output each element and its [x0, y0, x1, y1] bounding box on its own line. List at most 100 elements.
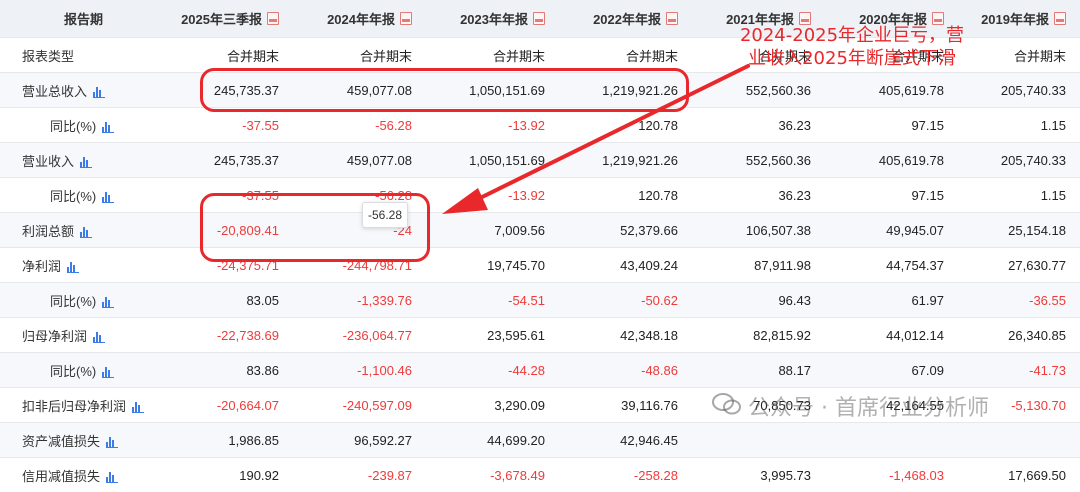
table-cell: 44,012.14 [825, 318, 958, 353]
row-label: 报表类型 [0, 38, 167, 73]
table-cell: -1,100.46 [293, 353, 426, 388]
pdf-icon[interactable] [1054, 12, 1066, 25]
row-label-text: 信用减值损失 [0, 466, 100, 485]
table-cell: 87,911.98 [692, 248, 825, 283]
row-label: 利润总额 [0, 213, 167, 248]
pdf-icon[interactable] [533, 12, 545, 25]
table-cell: -3,678.49 [426, 458, 559, 492]
bar-chart-icon[interactable] [80, 226, 92, 237]
table-cell: 405,619.78 [825, 143, 958, 178]
table-cell: 25,154.18 [958, 213, 1080, 248]
table-cell: 67.09 [825, 353, 958, 388]
data-rows: 营业总收入245,735.37459,077.081,050,151.691,2… [0, 73, 1080, 492]
table-cell: 61.97 [825, 283, 958, 318]
table-cell: 26,340.85 [958, 318, 1080, 353]
table-row: 同比(%)83.86-1,100.46-44.28-48.8688.1767.0… [0, 353, 1080, 388]
bar-chart-icon[interactable] [102, 121, 114, 132]
table-cell: 552,560.36 [692, 73, 825, 108]
row-label: 信用减值损失 [0, 458, 167, 492]
bar-chart-icon[interactable] [102, 366, 114, 377]
table-cell: 27,630.77 [958, 248, 1080, 283]
bar-chart-icon[interactable] [80, 156, 92, 167]
table-cell: -56.28 [293, 108, 426, 143]
table-cell: 39,116.76 [559, 388, 692, 423]
table-cell: 36.23 [692, 108, 825, 143]
table-cell: 23,595.61 [426, 318, 559, 353]
bar-chart-icon[interactable] [93, 331, 105, 342]
revenue-highlight-box [200, 68, 689, 112]
bar-chart-icon[interactable] [106, 471, 118, 482]
table-cell: 205,740.33 [958, 143, 1080, 178]
table-cell: 120.78 [559, 108, 692, 143]
table-row: 利润总额-20,809.41-247,009.5652,379.66106,50… [0, 213, 1080, 248]
table-cell: -50.62 [559, 283, 692, 318]
row-label-text: 同比(%) [0, 116, 96, 135]
row-label-text: 同比(%) [0, 291, 96, 310]
table-cell: -13.92 [426, 178, 559, 213]
table-cell: 97.15 [825, 178, 958, 213]
bar-chart-icon[interactable] [102, 296, 114, 307]
table-cell: -37.55 [167, 108, 293, 143]
pdf-icon[interactable] [666, 12, 678, 25]
table-cell: -41.73 [958, 353, 1080, 388]
table-cell: 3,995.73 [692, 458, 825, 492]
table-row: 净利润-24,375.71-244,798.7119,745.7043,409.… [0, 248, 1080, 283]
table-cell: 459,077.08 [293, 143, 426, 178]
row-label-text: 营业收入 [0, 151, 74, 170]
table-cell [825, 423, 958, 458]
period-header[interactable]: 2025年三季报 [167, 0, 293, 38]
table-cell: 205,740.33 [958, 73, 1080, 108]
annotation-line-2: 业收入2025年断崖式下滑 [722, 47, 982, 70]
row-label-text: 同比(%) [0, 361, 96, 380]
table-row: 同比(%)-37.55-56.28-13.92120.7836.2397.151… [0, 178, 1080, 213]
table-cell: 36.23 [692, 178, 825, 213]
bar-chart-icon[interactable] [93, 86, 105, 97]
table-cell: -239.87 [293, 458, 426, 492]
row-label: 同比(%) [0, 353, 167, 388]
row-label: 归母净利润 [0, 318, 167, 353]
row-label: 同比(%) [0, 108, 167, 143]
table-cell: 83.05 [167, 283, 293, 318]
table-cell: 96,592.27 [293, 423, 426, 458]
table-cell: -240,597.09 [293, 388, 426, 423]
watermark-text: 公众号 · 首席行业分析师 [712, 390, 989, 422]
table-row: 营业收入245,735.37459,077.081,050,151.691,21… [0, 143, 1080, 178]
row-label-text: 扣非后归母净利润 [0, 396, 126, 415]
bar-chart-icon[interactable] [102, 191, 114, 202]
row-label-text: 净利润 [0, 256, 61, 275]
row-label: 营业总收入 [0, 73, 167, 108]
row-label-text: 资产减值损失 [0, 431, 100, 450]
table-cell: 405,619.78 [825, 73, 958, 108]
period-header-label: 报告期 [0, 0, 167, 38]
table-cell: 1.15 [958, 108, 1080, 143]
table-cell: 52,379.66 [559, 213, 692, 248]
bar-chart-icon[interactable] [132, 401, 144, 412]
table-cell: -258.28 [559, 458, 692, 492]
table-cell: 1,050,151.69 [426, 143, 559, 178]
table-cell: -20,664.07 [167, 388, 293, 423]
row-label: 营业收入 [0, 143, 167, 178]
table-cell: 44,754.37 [825, 248, 958, 283]
period-header[interactable]: 2023年年报 [426, 0, 559, 38]
row-label: 净利润 [0, 248, 167, 283]
table-cell: 245,735.37 [167, 143, 293, 178]
period-header[interactable]: 2022年年报 [559, 0, 692, 38]
table-cell: 88.17 [692, 353, 825, 388]
table-cell: -1,468.03 [825, 458, 958, 492]
table-cell: 97.15 [825, 108, 958, 143]
table-cell: 43,409.24 [559, 248, 692, 283]
row-label: 同比(%) [0, 283, 167, 318]
table-row: 资产减值损失1,986.8596,592.2744,699.2042,946.4… [0, 423, 1080, 458]
annotation-text: 2024-2025年企业巨亏，营 业收入2025年断崖式下滑 [722, 24, 982, 70]
period-name: 2024年年报 [327, 12, 395, 27]
bar-chart-icon[interactable] [67, 261, 79, 272]
pdf-icon[interactable] [267, 12, 279, 25]
table-cell [958, 423, 1080, 458]
table-row: 归母净利润-22,738.69-236,064.7723,595.6142,34… [0, 318, 1080, 353]
table-cell: 106,507.38 [692, 213, 825, 248]
pdf-icon[interactable] [400, 12, 412, 25]
period-header[interactable]: 2024年年报 [293, 0, 426, 38]
table-cell: 42,348.18 [559, 318, 692, 353]
table-cell: 3,290.09 [426, 388, 559, 423]
table-cell: -54.51 [426, 283, 559, 318]
